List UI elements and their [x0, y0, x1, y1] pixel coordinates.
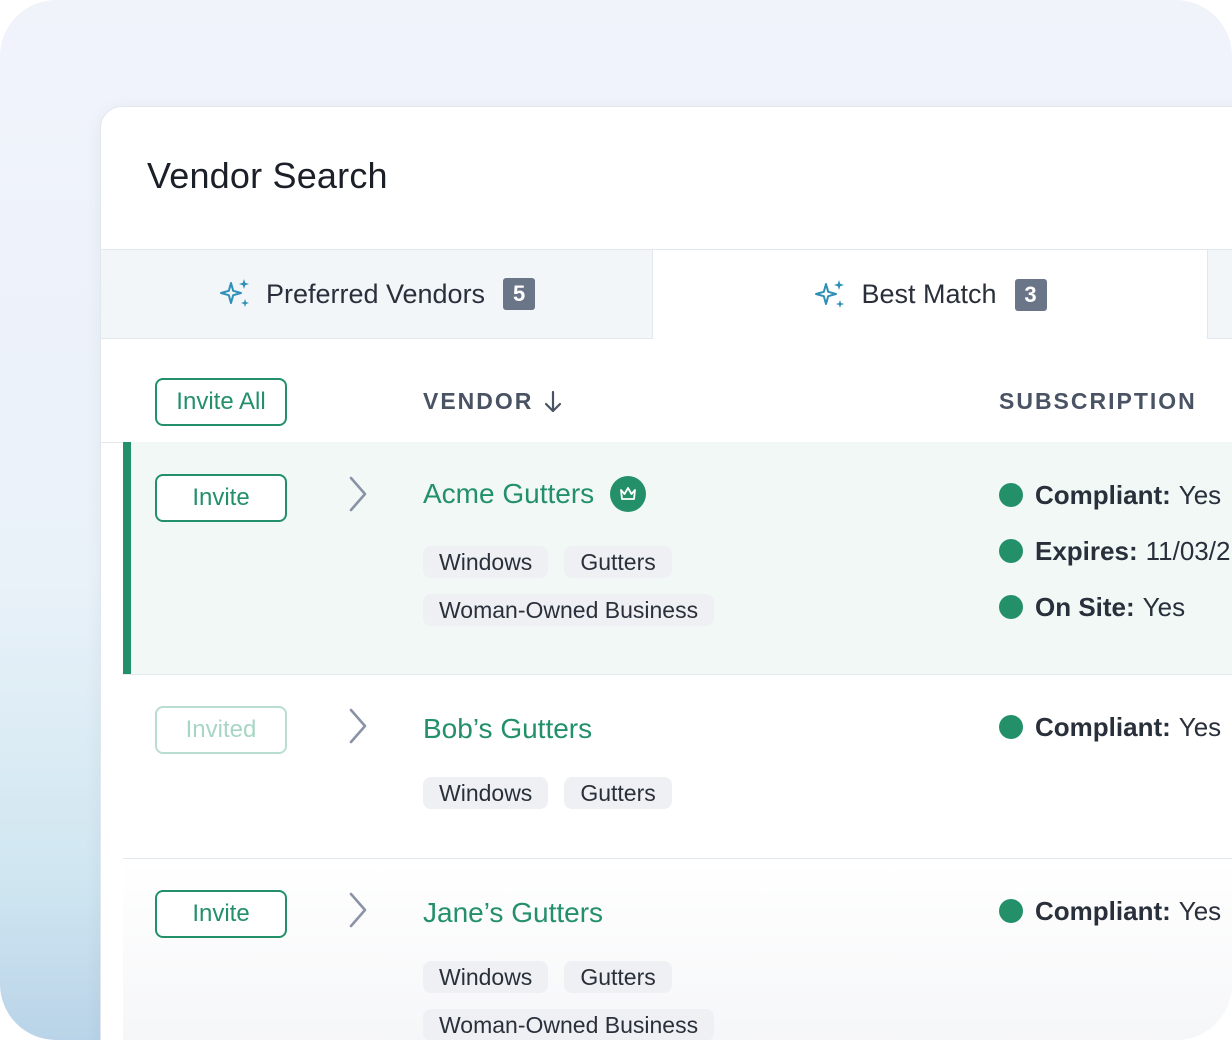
invite-button[interactable]: Invite [155, 474, 287, 522]
tag: Gutters [564, 546, 672, 578]
tab-label: Preferred Vendors [265, 278, 486, 309]
status-dot-icon [999, 595, 1023, 619]
tag: Windows [423, 777, 549, 809]
subscription-status-list: Compliant: Yes [999, 896, 1221, 926]
vendor-name[interactable]: Bob’s Gutters [423, 713, 592, 745]
tag: Gutters [564, 961, 672, 993]
status-dot-icon [999, 715, 1023, 739]
arrow-down-icon [545, 390, 562, 412]
vendor-name-text: Jane’s Gutters [423, 897, 604, 928]
tag: Windows [423, 961, 549, 993]
vendor-search-panel: Vendor Search Preferred Vendors 5 Best M… [100, 106, 1232, 1040]
status-on-site: On Site: Yes [999, 592, 1230, 622]
page-title: Vendor Search [147, 155, 388, 196]
tag-list: Windows Gutters Woman-Owned Business [423, 546, 783, 626]
vendor-name[interactable]: Jane’s Gutters [423, 897, 603, 929]
status-compliant: Compliant: Yes [999, 480, 1230, 510]
tag: Woman-Owned Business [423, 1009, 715, 1040]
app-frame: Vendor Search Preferred Vendors 5 Best M… [0, 0, 1232, 1040]
tag-list: Windows Gutters Woman-Owned Business [423, 961, 783, 1040]
status-dot-icon [999, 539, 1023, 563]
tab-overflow[interactable] [1208, 250, 1232, 338]
vendor-column-header[interactable]: VENDOR [423, 388, 563, 415]
tab-preferred-vendors[interactable]: Preferred Vendors 5 [101, 250, 653, 338]
table-row[interactable]: Invited Bob’s Gutters Windows Gutters Co… [123, 675, 1232, 859]
status-compliant: Compliant: Yes [999, 712, 1221, 742]
invited-button[interactable]: Invited [155, 706, 287, 754]
chevron-right-icon[interactable] [345, 474, 371, 514]
table-row[interactable]: Invite Jane’s Gutters Windows Gutters Wo… [123, 859, 1232, 1040]
count-badge: 3 [1014, 278, 1047, 311]
tag-list: Windows Gutters [423, 777, 783, 809]
tab-bar: Preferred Vendors 5 Best Match 3 [101, 249, 1232, 339]
table-row[interactable]: Invite Acme Gutters Windows Gutters Woma… [123, 442, 1232, 675]
count-badge: 5 [503, 278, 536, 310]
tag: Woman-Owned Business [423, 594, 715, 626]
tag: Gutters [564, 777, 672, 809]
tab-label: Best Match [861, 279, 997, 309]
status-compliant: Compliant: Yes [999, 896, 1221, 926]
invite-button[interactable]: Invite [155, 890, 287, 938]
sparkle-icon [815, 279, 845, 308]
status-dot-icon [999, 483, 1023, 507]
chevron-right-icon[interactable] [345, 890, 371, 930]
subscription-column-header[interactable]: SUBSCRIPTION [999, 388, 1197, 415]
chevron-right-icon[interactable] [345, 706, 371, 746]
tag: Windows [423, 546, 549, 578]
subscription-status-list: Compliant: Yes Expires: 11/03/2 On Site:… [999, 480, 1230, 622]
invite-all-button[interactable]: Invite All [155, 378, 287, 426]
tab-best-match[interactable]: Best Match 3 [653, 250, 1208, 339]
sparkle-icon [219, 279, 249, 307]
vendor-name-text: Bob’s Gutters [423, 713, 593, 744]
vendor-name[interactable]: Acme Gutters [423, 476, 647, 512]
subscription-status-list: Compliant: Yes [999, 712, 1221, 742]
status-expires: Expires: 11/03/2 [999, 536, 1230, 566]
column-label: VENDOR [423, 388, 534, 414]
crown-icon [610, 476, 647, 512]
table-header: Invite All VENDOR SUBSCRIPTION [101, 338, 1232, 443]
vendor-name-text: Acme Gutters [423, 478, 595, 509]
status-dot-icon [999, 899, 1023, 923]
